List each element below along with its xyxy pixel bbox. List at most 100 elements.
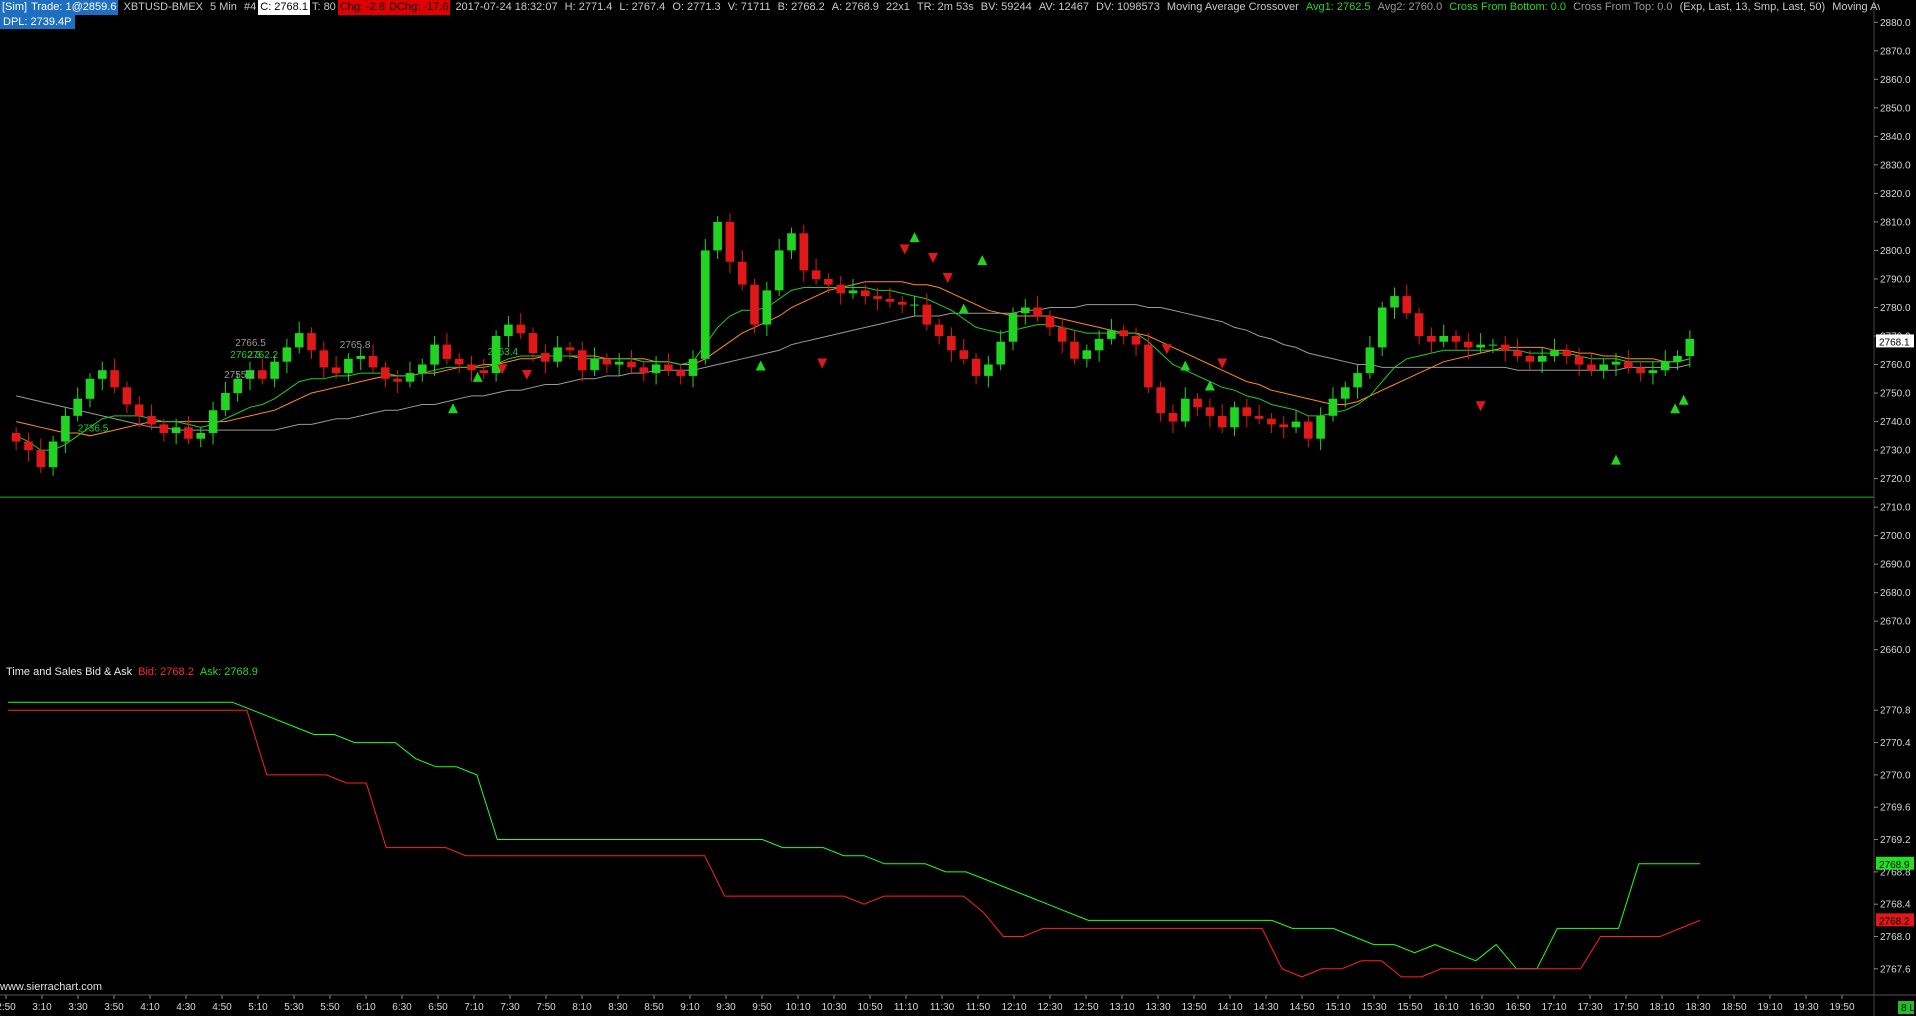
time-sales-title[interactable]: Time and Sales Bid & Ask: [6, 666, 132, 678]
candle-body: [85, 378, 95, 399]
study-name-2[interactable]: Moving Av: [1830, 0, 1880, 15]
current-price-tag: 2768.1: [1879, 337, 1910, 348]
watermark-text: www.sierrachart.com: [0, 981, 103, 993]
study-value-label: 2736.5: [78, 424, 109, 435]
candle-body: [1599, 364, 1608, 371]
time-tick-label: 11:10: [894, 1002, 919, 1013]
candle-body: [147, 415, 156, 425]
candle-body: [1033, 307, 1042, 317]
candle-body: [307, 333, 316, 351]
close-value: C: 2768.1: [258, 0, 310, 15]
candle-body: [1267, 418, 1276, 425]
time-tick-label: 12:50: [1073, 1002, 1098, 1013]
study-value-label: 2762.2: [248, 350, 279, 361]
candle-body: [1045, 316, 1055, 328]
candle-body: [885, 298, 895, 302]
candle-body: [713, 221, 722, 251]
candle-body: [319, 350, 329, 368]
candle-body: [208, 410, 218, 433]
candle-body: [1636, 367, 1645, 374]
price-tick-label: 2660.0: [1880, 645, 1911, 656]
candle: [701, 239, 710, 365]
datetime-value: 2017-07-24 18:32:07: [455, 1, 558, 13]
time-tick-label: 16:30: [1469, 1002, 1494, 1013]
candle-body: [528, 333, 538, 354]
candle-body: [1328, 398, 1338, 416]
study-value-label: 2755.2: [224, 370, 255, 381]
candle-body: [1205, 407, 1215, 416]
candle-body: [1390, 296, 1399, 308]
time-tick-label: 11:50: [966, 1002, 991, 1013]
candle-body: [861, 290, 870, 297]
candle-body: [196, 433, 205, 439]
candle-body: [1488, 344, 1498, 346]
candle-body: [184, 427, 193, 439]
time-tick-label: 18:50: [1721, 1002, 1746, 1013]
time-tick-label: 3:50: [104, 1002, 124, 1013]
time-tick-label: 4:10: [140, 1002, 160, 1013]
candle-body: [134, 404, 144, 416]
candle-body: [1377, 307, 1387, 348]
change-value: Chg: -2.8: [337, 0, 388, 15]
candle-body: [639, 367, 649, 374]
candle-body: [516, 324, 525, 334]
time-tick-label: 7:30: [500, 1002, 520, 1013]
study-name[interactable]: Moving Average Crossover: [1165, 0, 1301, 15]
candle-body: [454, 358, 464, 365]
candle-body: [1574, 356, 1584, 365]
candle-body: [1402, 296, 1412, 314]
time-tick-label: 16:10: [1433, 1002, 1458, 1013]
time-tick-label: 15:30: [1361, 1002, 1386, 1013]
trade-position[interactable]: Trade: 1@2859.6: [29, 0, 119, 15]
daily-change-value: DChg: -17.6: [387, 0, 451, 15]
candle-body: [1119, 330, 1128, 336]
candle-body: [602, 358, 612, 365]
price-tick-label: 2790.0: [1880, 275, 1911, 286]
price-tick-label: 2740.0: [1880, 417, 1911, 428]
time-tick-label: 8:10: [572, 1002, 592, 1013]
candle-body: [676, 370, 685, 376]
time-tick-label: 13:10: [1109, 1002, 1134, 1013]
candle-body: [1562, 350, 1572, 356]
candle-body: [1537, 356, 1547, 362]
time-tick-label: 13:50: [1181, 1002, 1206, 1013]
candle-body: [1181, 398, 1190, 422]
candle-body: [1464, 341, 1473, 348]
ts-tick-label: 2770.0: [1880, 770, 1911, 781]
candle-body: [1550, 350, 1559, 356]
candle-body: [393, 378, 402, 382]
candle-body: [688, 358, 698, 376]
candle-body: [1008, 313, 1018, 342]
study-value-label: 2765.8: [340, 340, 371, 351]
candle-body: [836, 284, 845, 294]
candle-body: [73, 398, 82, 416]
candle-body: [344, 358, 353, 374]
candle-body: [934, 324, 944, 336]
time-tick-label: 8:30: [608, 1002, 628, 1013]
candle-body: [1156, 387, 1165, 413]
account-label[interactable]: [Sim]: [0, 0, 30, 15]
candle-body: [701, 250, 710, 359]
candle-body: [381, 367, 390, 379]
candle-body: [947, 336, 956, 351]
time-tick-label: 7:50: [536, 1002, 556, 1013]
candle-body: [1070, 341, 1079, 359]
candle-body: [799, 233, 809, 271]
candle-body: [664, 364, 673, 371]
time-tick-label: 17:10: [1541, 1002, 1566, 1013]
candle-body: [1057, 327, 1067, 342]
candle-body: [110, 370, 119, 388]
candle-body: [750, 284, 759, 325]
candle-body: [1451, 336, 1461, 342]
candle-body: [565, 347, 575, 351]
price-tick-label: 2690.0: [1880, 560, 1911, 571]
end-tag: 8 L: [1901, 1003, 1915, 1014]
chart-canvas[interactable]: 2736.52755.22766.52762.32762.22765.82763…: [0, 0, 1916, 1016]
candle-body: [1193, 398, 1202, 408]
candle-body: [627, 361, 636, 368]
avg2-value: Avg2: 2760.0: [1377, 1, 1443, 13]
candle-body: [1476, 344, 1485, 348]
study-params: (Exp, Last, 13, Smp, Last, 50): [1679, 1, 1826, 13]
price-tick-label: 2880.0: [1880, 18, 1911, 29]
low-value: L: 2767.4: [619, 1, 666, 13]
